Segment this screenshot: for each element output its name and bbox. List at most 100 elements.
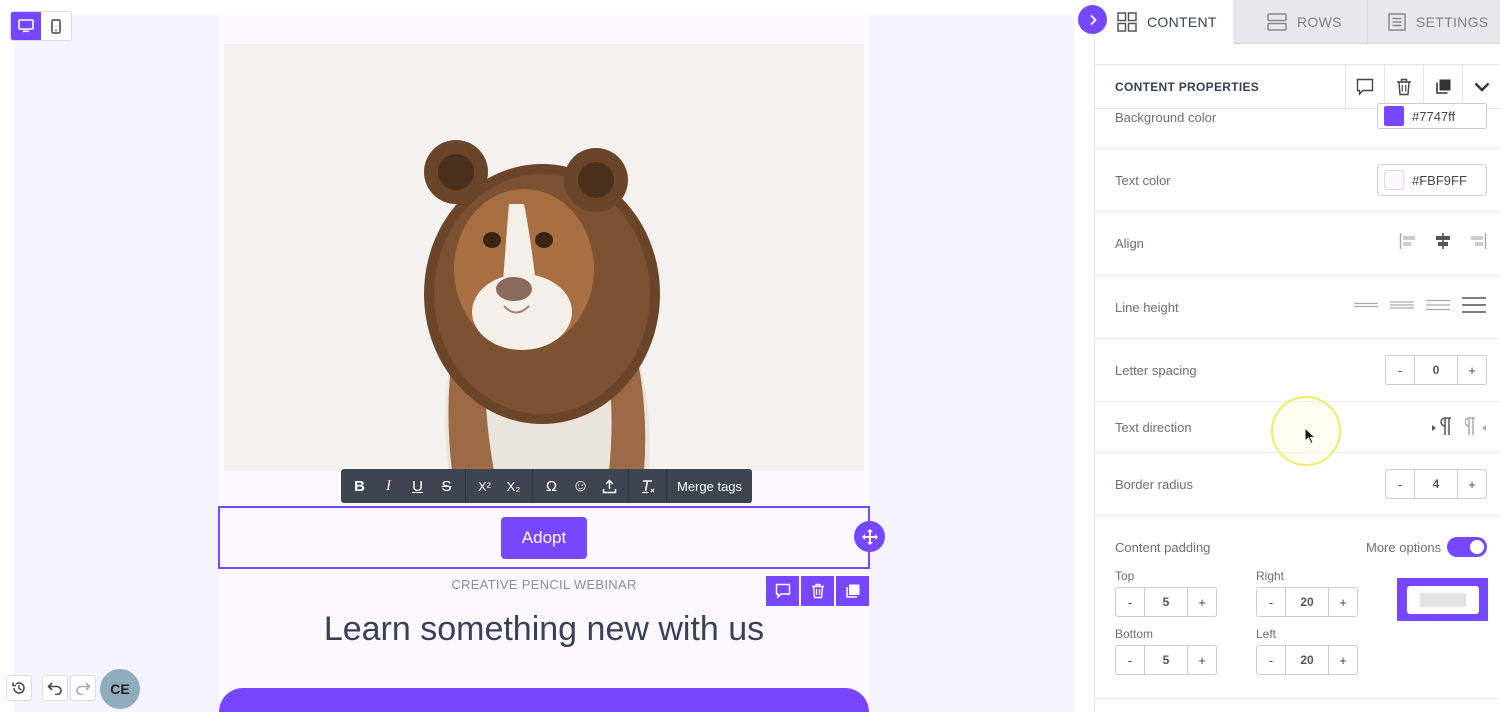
delete-button[interactable] — [1384, 64, 1423, 109]
text-direction-label: Text direction — [1115, 420, 1192, 435]
upload-button[interactable] — [595, 469, 624, 503]
padding-right-label: Right — [1256, 569, 1285, 583]
more-options-label: More options — [1366, 540, 1442, 555]
padding-top-value[interactable]: 5 — [1144, 588, 1188, 616]
chevron-right-icon — [1089, 14, 1097, 25]
border-radius-value[interactable]: 4 — [1414, 470, 1458, 498]
bold-button[interactable]: B — [345, 469, 374, 503]
history-icon — [12, 682, 25, 694]
padding-left-stepper: - 20 + — [1256, 645, 1358, 675]
align-left-icon[interactable] — [1399, 232, 1417, 250]
merge-tags-button[interactable]: Merge tags — [667, 469, 752, 503]
selected-button-block[interactable]: Adopt — [218, 506, 870, 569]
comment-button[interactable] — [1345, 64, 1384, 109]
collapse-sidebar-button[interactable] — [1078, 5, 1107, 34]
tab-content[interactable]: CONTENT — [1095, 0, 1233, 44]
clear-format-button[interactable] — [633, 469, 662, 503]
background-color-value: #7747ff — [1412, 108, 1456, 124]
padding-right-decrease[interactable]: - — [1257, 588, 1285, 616]
history-tools — [6, 675, 96, 701]
padding-bottom-value[interactable]: 5 — [1144, 646, 1188, 674]
subscript-button[interactable]: X₂ — [499, 469, 528, 503]
padding-left-decrease[interactable]: - — [1257, 646, 1285, 674]
desktop-view-button[interactable] — [11, 12, 41, 40]
letter-spacing-decrease[interactable]: - — [1386, 356, 1414, 384]
redo-icon — [76, 682, 91, 695]
background-color-row: Background color #7747ff — [1095, 103, 1500, 149]
border-radius-label: Border radius — [1115, 477, 1194, 492]
align-label: Align — [1115, 236, 1144, 251]
letter-spacing-row: Letter spacing - 0 + — [1095, 339, 1500, 402]
toggle-knob — [1470, 540, 1484, 554]
line-height-1-icon[interactable] — [1353, 296, 1379, 314]
padding-top-decrease[interactable]: - — [1116, 588, 1144, 616]
padding-preview-bar — [1419, 592, 1466, 607]
padding-top-increase[interactable]: + — [1188, 588, 1216, 616]
italic-button[interactable]: I — [374, 469, 403, 503]
duplicate-button[interactable] — [1423, 64, 1462, 109]
border-radius-decrease[interactable]: - — [1386, 470, 1414, 498]
padding-bottom-stepper: - 5 + — [1115, 645, 1217, 675]
more-options-toggle[interactable] — [1447, 537, 1487, 557]
move-arrows-icon — [861, 528, 878, 545]
redo-button[interactable] — [70, 675, 96, 701]
mobile-view-button[interactable] — [41, 12, 71, 40]
strikethrough-button[interactable]: S — [432, 469, 461, 503]
canvas-top-strip — [0, 0, 1074, 15]
line-height-2-icon[interactable] — [1389, 296, 1415, 314]
padding-right-value[interactable]: 20 — [1285, 588, 1329, 616]
purple-content-block[interactable] — [219, 688, 869, 712]
collapse-panel-button[interactable] — [1462, 64, 1500, 109]
upload-icon — [602, 478, 617, 493]
adopt-button[interactable]: Adopt — [501, 517, 587, 559]
clear-format-icon — [641, 480, 654, 494]
align-center-icon[interactable] — [1434, 232, 1452, 250]
background-color-label: Background color — [1115, 110, 1217, 125]
undo-button[interactable] — [42, 675, 68, 701]
background-color-swatch[interactable] — [1384, 106, 1404, 126]
padding-left-value[interactable]: 20 — [1285, 646, 1329, 674]
move-block-handle[interactable] — [854, 521, 885, 552]
comment-icon — [1356, 78, 1374, 96]
text-color-field[interactable]: #FBF9FF — [1377, 164, 1487, 196]
padding-bottom-increase[interactable]: + — [1188, 646, 1216, 674]
letter-spacing-value[interactable]: 0 — [1414, 356, 1458, 384]
padding-right-increase[interactable]: + — [1329, 588, 1357, 616]
email-editor-app: B I U S X² X₂ Ω ☺ Merge tags Adopt CREAT… — [0, 0, 1500, 712]
superscript-button[interactable]: X² — [470, 469, 499, 503]
line-height-label: Line height — [1115, 300, 1179, 315]
email-eyebrow-text[interactable]: CREATIVE PENCIL WEBINAR — [219, 577, 869, 592]
history-button[interactable] — [6, 675, 32, 701]
hero-image-dog-bear-hat[interactable] — [224, 44, 864, 471]
special-character-button[interactable]: Ω — [537, 469, 566, 503]
align-options — [1399, 232, 1487, 250]
padding-bottom-decrease[interactable]: - — [1116, 646, 1144, 674]
border-radius-increase[interactable]: + — [1458, 470, 1486, 498]
line-height-4-icon[interactable] — [1461, 296, 1487, 314]
mobile-icon — [51, 18, 61, 34]
tab-rows[interactable]: ROWS — [1233, 0, 1367, 44]
border-radius-stepper: - 4 + — [1385, 469, 1487, 499]
padding-left-increase[interactable]: + — [1329, 646, 1357, 674]
ltr-direction-icon[interactable] — [1431, 416, 1453, 436]
line-height-3-icon[interactable] — [1425, 296, 1451, 314]
align-right-icon[interactable] — [1469, 232, 1487, 250]
text-color-swatch[interactable] — [1384, 170, 1404, 190]
content-padding-label: Content padding — [1115, 540, 1211, 555]
tab-settings[interactable]: SETTINGS — [1367, 0, 1500, 44]
format-group-insert: Ω ☺ — [533, 469, 629, 503]
user-avatar[interactable]: CE — [100, 669, 140, 709]
rtl-direction-icon[interactable] — [1465, 416, 1487, 436]
background-color-field[interactable]: #7747ff — [1377, 103, 1487, 129]
format-group-clear — [629, 469, 667, 503]
underline-button[interactable]: U — [403, 469, 432, 503]
email-headline[interactable]: Learn something new with us — [219, 610, 869, 649]
canvas-left-strip — [0, 0, 14, 712]
padding-right-stepper: - 20 + — [1256, 587, 1358, 617]
text-color-row: Text color #FBF9FF — [1095, 149, 1500, 212]
letter-spacing-increase[interactable]: + — [1458, 356, 1486, 384]
settings-doc-icon — [1388, 12, 1406, 31]
chevron-down-icon — [1474, 82, 1490, 92]
emoji-button[interactable]: ☺ — [566, 469, 595, 503]
line-height-options — [1353, 296, 1487, 314]
